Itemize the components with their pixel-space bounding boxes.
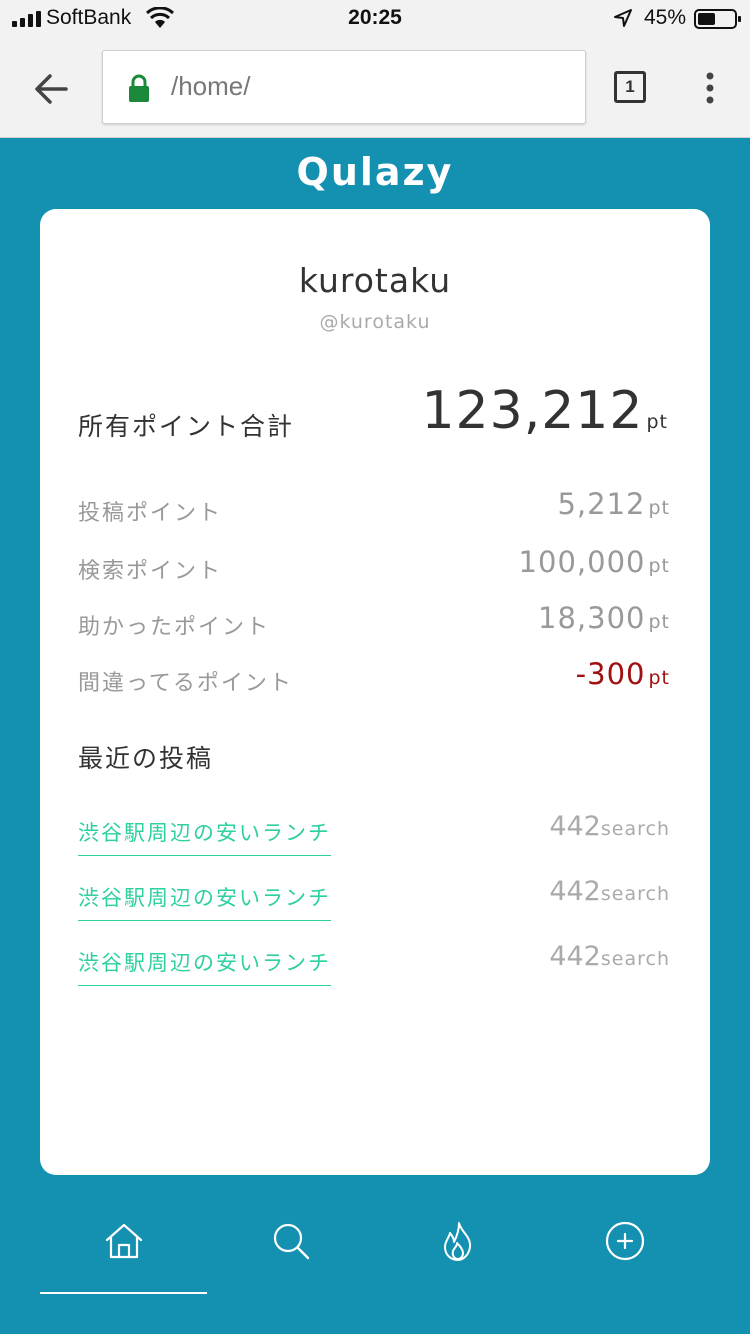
profile-name: kurotaku: [298, 261, 452, 300]
recent-posts-title: 最近の投稿: [78, 744, 214, 773]
post-search-count: 442search: [549, 941, 670, 972]
point-label: 投稿ポイント: [78, 501, 223, 526]
post-link[interactable]: 渋谷駅周辺の安いランチ: [78, 882, 331, 921]
post-count-unit: search: [600, 883, 670, 905]
address-bar[interactable]: /home/: [102, 50, 586, 124]
app-logo[interactable]: Qulazy: [0, 150, 750, 194]
nav-trending[interactable]: [374, 1206, 541, 1294]
profile-card: kurotaku @kurotaku 所有ポイント合計 123,212 pt 投稿…: [40, 209, 710, 1175]
point-row: 検索ポイント 100,000 pt: [78, 545, 670, 585]
point-row: 間違ってるポイント -300 pt: [78, 657, 670, 697]
point-number: -300: [575, 657, 646, 691]
post-list-item: 渋谷駅周辺の安いランチ 442search: [78, 941, 670, 987]
location-arrow-icon: [614, 9, 632, 27]
fire-icon: [444, 1222, 472, 1261]
post-count-number: 442: [549, 876, 601, 907]
point-unit: pt: [648, 497, 670, 519]
total-points-value: 123,212 pt: [421, 381, 668, 441]
url-text: /home/: [171, 71, 251, 101]
post-search-count: 442search: [549, 811, 670, 842]
point-label: 検索ポイント: [78, 559, 223, 584]
total-points-number: 123,212: [421, 381, 644, 441]
post-count-unit: search: [600, 948, 670, 970]
post-list-item: 渋谷駅周辺の安いランチ 442search: [78, 876, 670, 922]
signal-icon: [12, 11, 41, 27]
battery-percent: 45%: [644, 6, 687, 29]
post-count-number: 442: [549, 941, 601, 972]
profile-handle: @kurotaku: [319, 311, 431, 333]
point-number: 5,212: [557, 487, 646, 521]
point-unit: pt: [648, 555, 670, 577]
lock-icon: [129, 74, 149, 102]
home-icon: [105, 1223, 143, 1259]
battery-icon: [694, 9, 741, 29]
post-count-unit: search: [600, 818, 670, 840]
point-value: 5,212 pt: [557, 487, 670, 521]
total-points-unit: pt: [646, 411, 668, 433]
point-number: 100,000: [518, 545, 646, 579]
post-link[interactable]: 渋谷駅周辺の安いランチ: [78, 817, 331, 856]
point-value: 100,000 pt: [519, 545, 670, 579]
post-search-count: 442search: [549, 876, 670, 907]
carrier-name: SoftBank: [46, 6, 132, 29]
point-row: 助かったポイント 18,300 pt: [78, 601, 670, 641]
browser-toolbar: /home/ 1: [0, 38, 750, 138]
tab-switcher-button[interactable]: 1: [614, 71, 646, 103]
plus-circle-icon: [605, 1221, 645, 1261]
point-value-negative: -300 pt: [576, 657, 670, 691]
post-link[interactable]: 渋谷駅周辺の安いランチ: [78, 947, 331, 986]
point-unit: pt: [648, 611, 670, 633]
more-menu-icon[interactable]: [700, 70, 720, 106]
point-label: 助かったポイント: [78, 615, 271, 640]
point-value: 18,300 pt: [538, 601, 670, 635]
post-list-item: 渋谷駅周辺の安いランチ 442search: [78, 811, 670, 857]
post-count-number: 442: [549, 811, 601, 842]
point-unit: pt: [648, 667, 670, 689]
bottom-nav: [40, 1206, 710, 1296]
point-number: 18,300: [538, 601, 646, 635]
point-label: 間違ってるポイント: [78, 671, 293, 696]
back-arrow-icon[interactable]: [30, 68, 72, 110]
nav-search[interactable]: [207, 1206, 374, 1294]
status-bar: SoftBank 20:25 45%: [0, 0, 750, 38]
total-points-label: 所有ポイント合計: [78, 412, 295, 441]
wifi-icon: [146, 7, 174, 28]
point-row: 投稿ポイント 5,212 pt: [78, 487, 670, 527]
nav-create[interactable]: [541, 1206, 708, 1294]
search-icon: [273, 1223, 310, 1260]
nav-home[interactable]: [40, 1206, 207, 1294]
nav-active-indicator: [40, 1292, 207, 1294]
